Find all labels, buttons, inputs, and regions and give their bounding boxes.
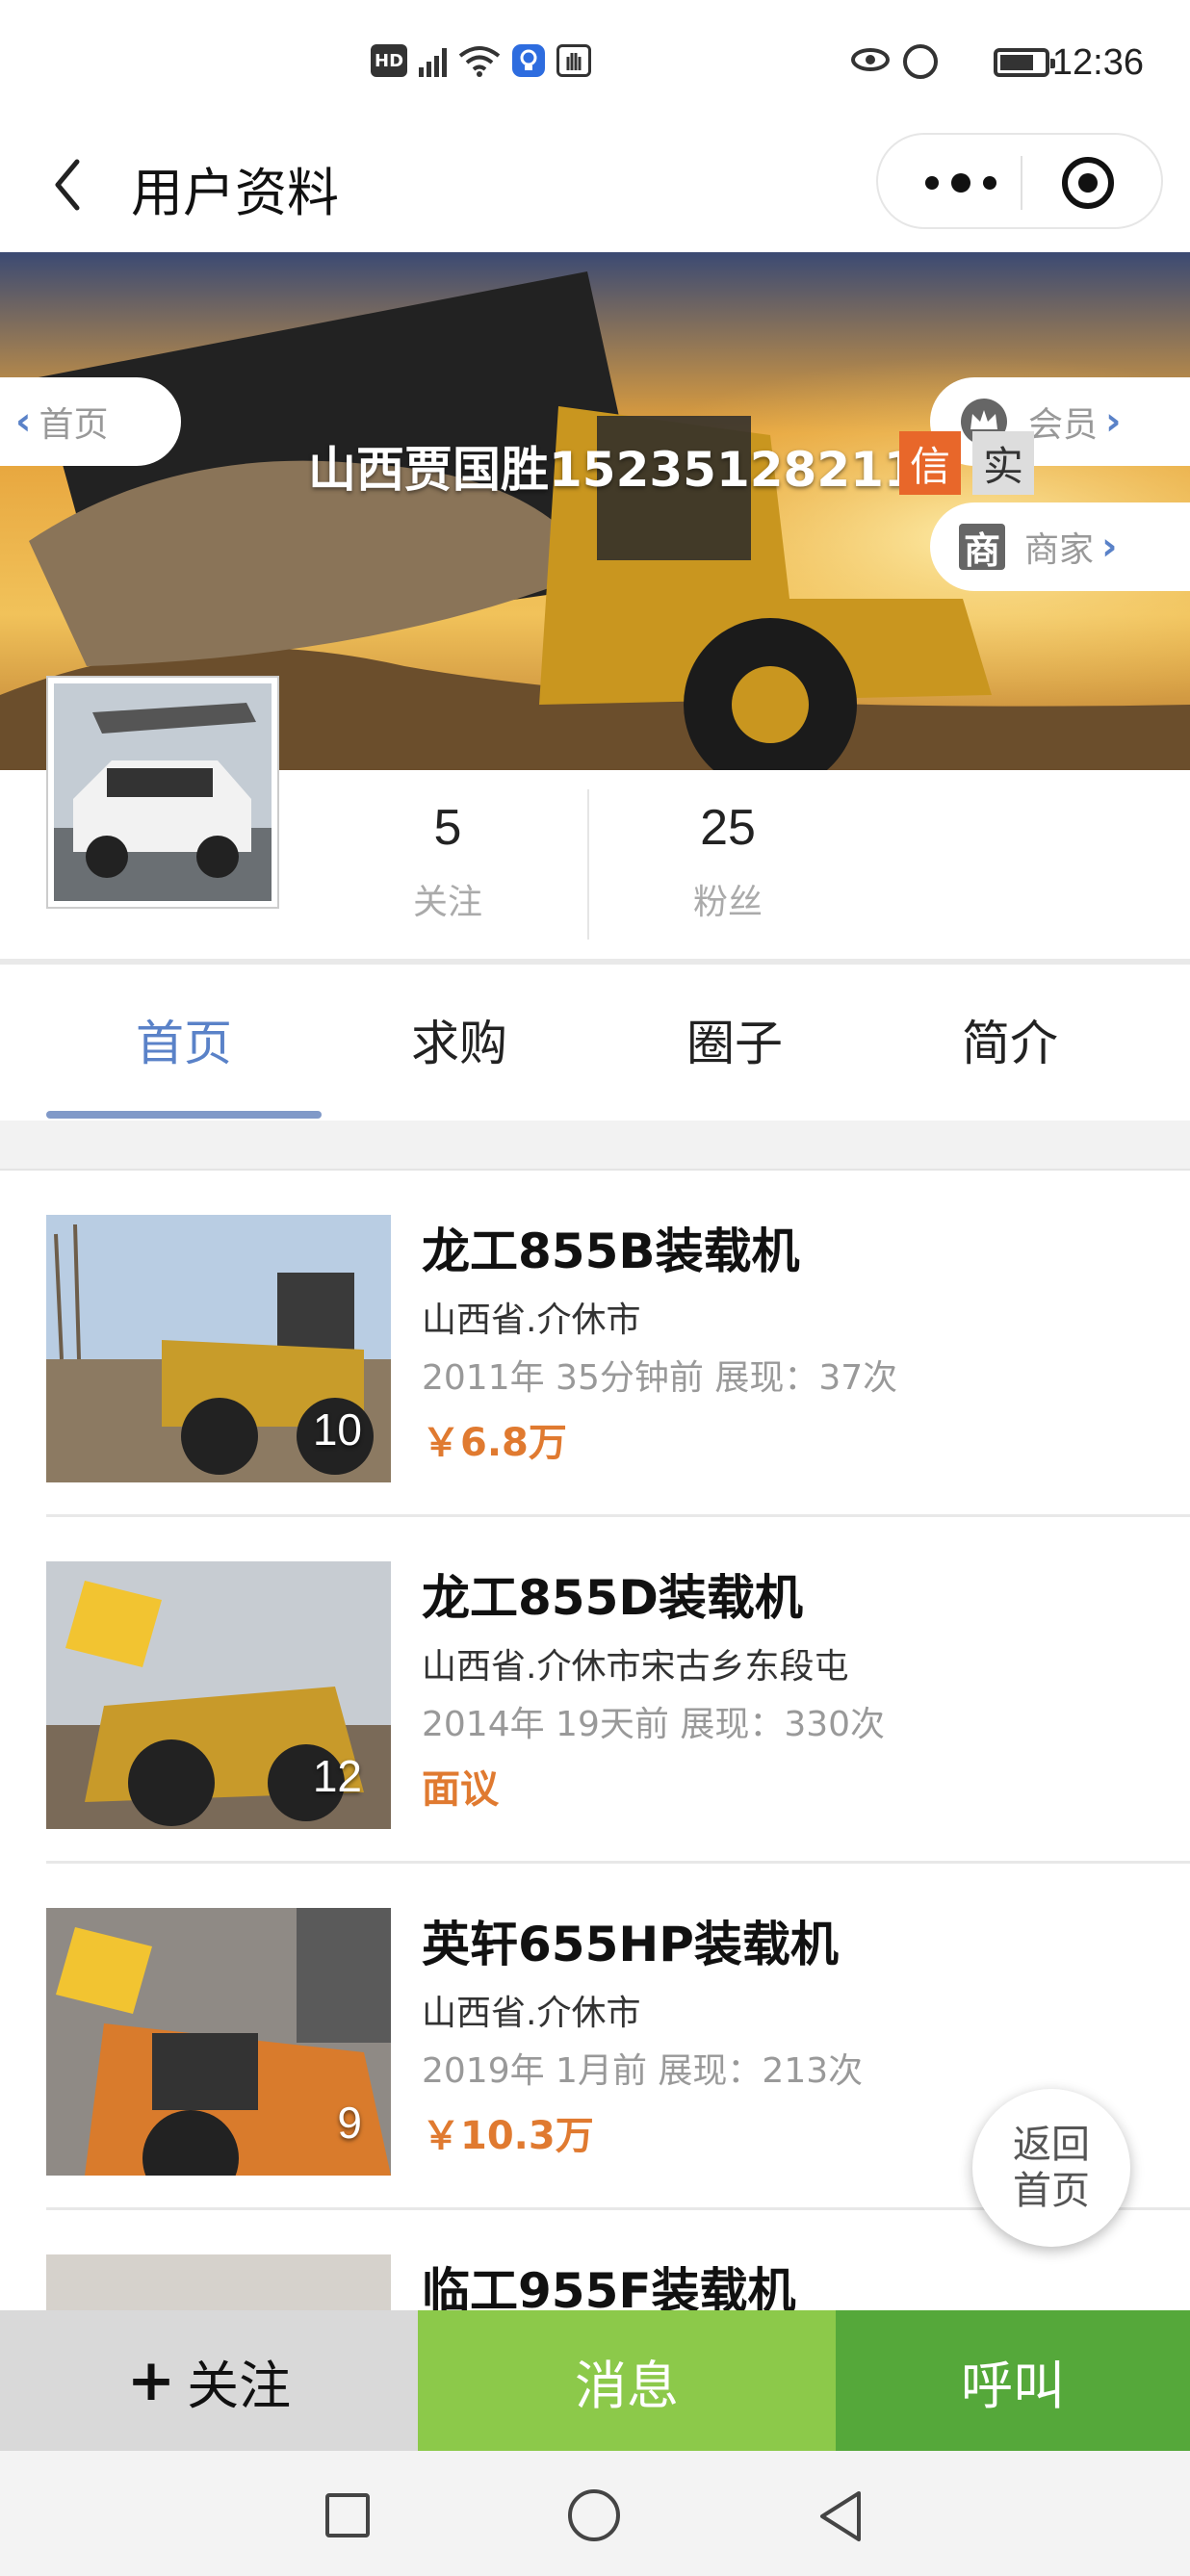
vip-link-label: 会员 bbox=[1028, 405, 1099, 445]
bulb-icon bbox=[512, 44, 546, 77]
page-title: 用户资料 bbox=[131, 163, 339, 223]
chevron-right-icon: › bbox=[1101, 525, 1118, 569]
username: 山西贾国胜15235128211 bbox=[308, 442, 918, 498]
status-bar: HD 12:36 bbox=[0, 0, 1190, 125]
eye-icon bbox=[851, 48, 890, 71]
plus-icon: + bbox=[126, 2347, 176, 2414]
photo-count: 10 bbox=[312, 1404, 362, 1455]
home-link[interactable]: ‹ 首页 bbox=[0, 377, 181, 466]
merchant-icon: 商 bbox=[959, 524, 1005, 572]
following-label: 关注 bbox=[412, 883, 482, 922]
mini-program-capsule bbox=[876, 133, 1163, 229]
following-stat[interactable]: 5 关注 bbox=[351, 799, 544, 924]
listing-thumbnail: 9 bbox=[46, 1908, 391, 2176]
merchant-link-label: 商家 bbox=[1024, 530, 1095, 570]
tab-circle[interactable]: 圈子 bbox=[597, 1005, 872, 1074]
active-tab-indicator bbox=[46, 1111, 322, 1119]
listing-item[interactable]: 10 龙工855B装载机 山西省.介休市 2011年 35分钟前 展现：37次 … bbox=[46, 1171, 1190, 1517]
follow-button[interactable]: + 关注 bbox=[0, 2310, 418, 2451]
back-to-home-line2: 首页 bbox=[1013, 2169, 1090, 2213]
chevron-right-icon: › bbox=[1105, 399, 1122, 444]
following-count: 5 bbox=[433, 800, 462, 856]
recent-apps-icon[interactable] bbox=[325, 2493, 370, 2537]
status-time: 12:36 bbox=[1051, 42, 1144, 83]
title-bar: 用户资料 bbox=[0, 125, 1190, 252]
listing-location: 山西省.介休市 bbox=[422, 1301, 641, 1340]
listing-item[interactable]: 12 龙工855D装载机 山西省.介休市宋古乡东段屯 2014年 19天前 展现… bbox=[46, 1517, 1190, 1864]
credit-badge: 信 bbox=[899, 431, 961, 495]
status-left-icons: HD bbox=[371, 44, 592, 77]
listing-meta: 2014年 19天前 展现：330次 bbox=[422, 1705, 886, 1744]
battery-icon bbox=[994, 48, 1055, 77]
verified-badge: 实 bbox=[972, 431, 1034, 495]
back-to-home-button[interactable]: 返回 首页 bbox=[972, 2089, 1130, 2247]
hand-icon bbox=[556, 44, 592, 77]
listing-price: ￥10.3万 bbox=[422, 2114, 594, 2158]
message-button[interactable]: 消息 bbox=[418, 2310, 836, 2451]
listing-location: 山西省.介休市宋古乡东段屯 bbox=[422, 1647, 849, 1687]
chevron-left-icon: ‹ bbox=[15, 399, 32, 444]
bottom-action-bar: + 关注 消息 呼叫 bbox=[0, 2310, 1190, 2451]
profile-tabs: 首页 求购 圈子 简介 bbox=[0, 965, 1190, 1119]
back-arrow-icon[interactable] bbox=[48, 156, 106, 214]
hd-icon: HD bbox=[371, 44, 408, 77]
vip-link[interactable]: 会员 › bbox=[930, 377, 1190, 466]
fans-stat[interactable]: 25 粉丝 bbox=[632, 799, 824, 924]
home-circle-icon[interactable] bbox=[568, 2489, 620, 2541]
alarm-icon bbox=[903, 44, 938, 79]
system-navigation-bar bbox=[0, 2451, 1190, 2576]
stats-divider bbox=[587, 789, 589, 940]
listing-price: ￥6.8万 bbox=[422, 1421, 567, 1465]
wifi-icon bbox=[458, 46, 501, 77]
more-dots-icon[interactable] bbox=[922, 173, 1028, 193]
capsule-separator bbox=[1021, 156, 1022, 210]
tab-intro[interactable]: 简介 bbox=[872, 1005, 1148, 1074]
avatar-image bbox=[54, 683, 272, 901]
photo-count: 9 bbox=[337, 2098, 362, 2148]
tab-home[interactable]: 首页 bbox=[46, 1005, 322, 1074]
close-target-icon[interactable] bbox=[1061, 156, 1115, 210]
back-triangle-icon[interactable] bbox=[816, 2489, 865, 2543]
listing-thumbnail: 10 bbox=[46, 1215, 391, 1482]
call-button[interactable]: 呼叫 bbox=[836, 2310, 1190, 2451]
home-link-label: 首页 bbox=[39, 405, 109, 445]
listing-title: 龙工855D装载机 bbox=[422, 1570, 803, 1626]
back-to-home-line1: 返回 bbox=[1013, 2123, 1090, 2167]
photo-count: 12 bbox=[312, 1751, 362, 1801]
listing-location: 山西省.介休市 bbox=[422, 1994, 641, 2033]
listing-title: 英轩655HP装载机 bbox=[422, 1917, 839, 1972]
listing-title: 龙工855B装载机 bbox=[422, 1224, 800, 1279]
fans-count: 25 bbox=[700, 800, 756, 856]
tab-wanted[interactable]: 求购 bbox=[322, 1005, 597, 1074]
fans-label: 粉丝 bbox=[692, 883, 763, 922]
signal-5g-icon bbox=[419, 44, 448, 77]
listing-meta: 2011年 35分钟前 展现：37次 bbox=[422, 1358, 898, 1398]
listing-thumbnail: 12 bbox=[46, 1561, 391, 1829]
listing-price: 面议 bbox=[422, 1767, 499, 1812]
avatar[interactable] bbox=[48, 678, 277, 907]
listing-meta: 2019年 1月前 展现：213次 bbox=[422, 2051, 864, 2091]
follow-label: 关注 bbox=[187, 2355, 292, 2416]
merchant-link[interactable]: 商 商家 › bbox=[930, 502, 1190, 591]
list-gap bbox=[0, 1121, 1190, 1171]
